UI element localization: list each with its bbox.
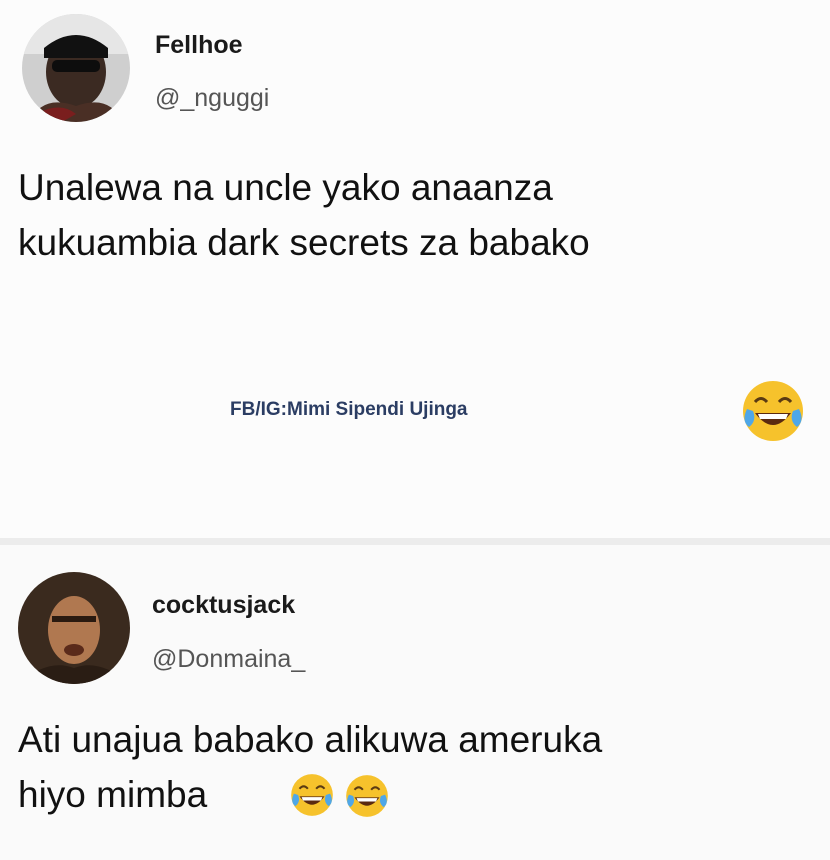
post-text-line: kukuambia dark secrets za babako bbox=[18, 222, 590, 263]
post-card-1: Fellhoe @_nguggi Unalewa na uncle yako a… bbox=[0, 0, 830, 540]
post-text: Ati unajua babako alikuwa ameruka hiyo m… bbox=[18, 712, 828, 822]
display-name[interactable]: cocktusjack bbox=[152, 591, 295, 620]
user-handle[interactable]: @Donmaina_ bbox=[152, 645, 305, 674]
user-handle[interactable]: @_nguggi bbox=[155, 84, 269, 113]
avatar[interactable] bbox=[18, 572, 130, 684]
post-text-line: Unalewa na uncle yako anaanza bbox=[18, 167, 553, 208]
tears-of-joy-emoji-icon bbox=[291, 774, 333, 816]
watermark: FB/IG:Mimi Sipendi Ujinga bbox=[230, 399, 468, 420]
avatar-image bbox=[22, 14, 130, 122]
avatar-image bbox=[18, 572, 130, 684]
display-name[interactable]: Fellhoe bbox=[155, 31, 243, 60]
post-text-line: hiyo mimba bbox=[18, 774, 208, 815]
post-text: Unalewa na uncle yako anaanza kukuambia … bbox=[18, 160, 818, 270]
tears-of-joy-emoji-icon bbox=[346, 775, 388, 817]
avatar[interactable] bbox=[22, 14, 130, 122]
post-text-line: Ati unajua babako alikuwa ameruka bbox=[18, 719, 603, 760]
tears-of-joy-emoji-icon bbox=[743, 381, 803, 441]
